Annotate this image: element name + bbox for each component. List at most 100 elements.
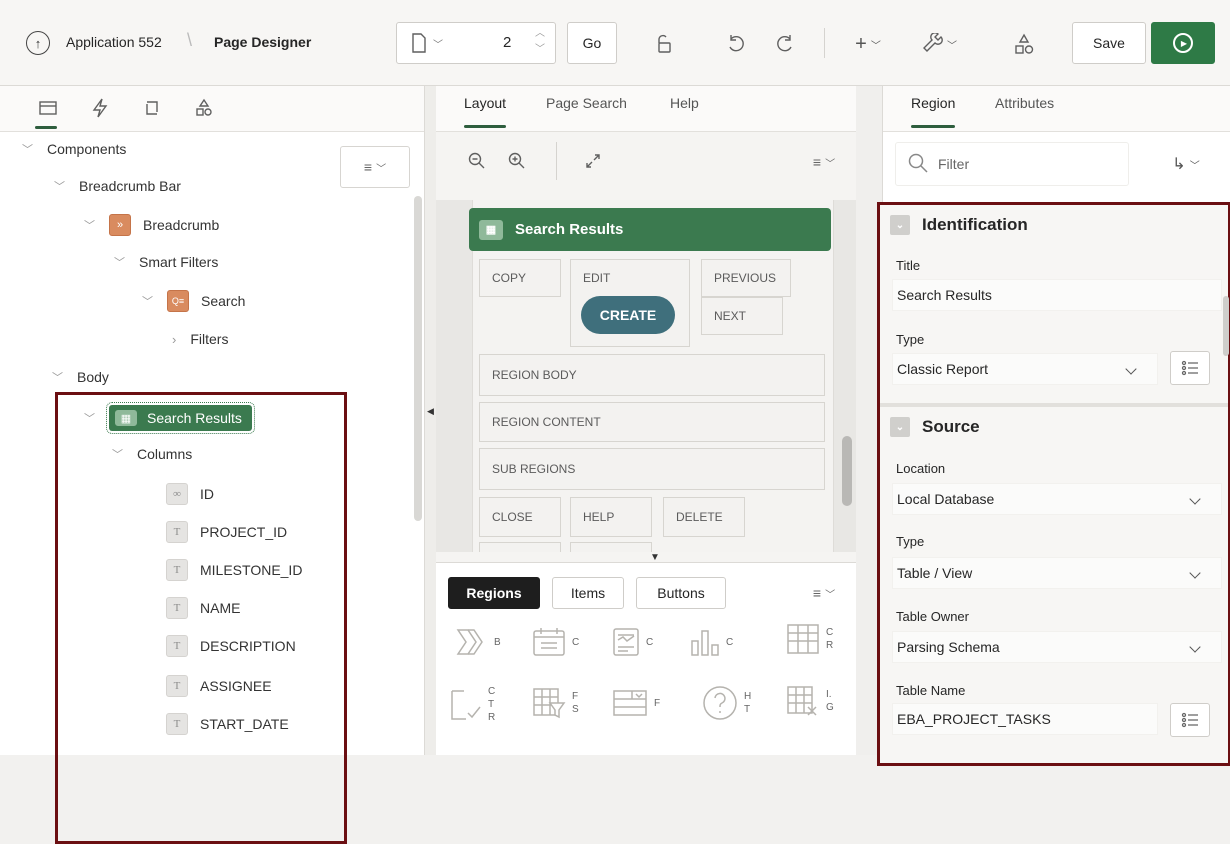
- tree-node-column-start-date[interactable]: T START_DATE: [166, 713, 289, 735]
- tree-label: ASSIGNEE: [200, 678, 272, 694]
- page-number-input[interactable]: 2: [503, 34, 511, 51]
- tree-node-column-id[interactable]: ∞ ID: [166, 483, 214, 505]
- text-column-icon: T: [166, 635, 188, 657]
- tree-node-column-name[interactable]: T NAME: [166, 597, 240, 619]
- redo-icon[interactable]: [771, 30, 799, 58]
- position-previous[interactable]: PREVIOUS: [701, 259, 791, 297]
- collapse-icon[interactable]: ⌄: [890, 215, 910, 235]
- table-picker-button[interactable]: [1170, 703, 1210, 737]
- gallery-label: F S: [572, 691, 579, 715]
- run-page-button[interactable]: ▶: [1151, 22, 1215, 64]
- gallery-ctr[interactable]: C T R: [450, 685, 495, 724]
- tree-node-column-project-id[interactable]: T PROJECT_ID: [166, 521, 287, 543]
- gallery-tab-items[interactable]: Items: [552, 577, 624, 609]
- source-type-select[interactable]: Table / View: [892, 557, 1222, 589]
- tree-node-search-results[interactable]: ﹀ ▦ Search Results: [84, 402, 255, 434]
- tree-node-smart-filters[interactable]: ﹀ Smart Filters: [114, 254, 218, 270]
- tree-label: Filters: [190, 331, 229, 347]
- position-region-body[interactable]: REGION BODY: [479, 354, 825, 396]
- go-button[interactable]: Go: [567, 22, 617, 64]
- region-header[interactable]: ▦ Search Results: [469, 208, 831, 251]
- gallery-classic-report[interactable]: C R: [786, 623, 833, 655]
- shared-components-icon[interactable]: [1010, 30, 1038, 58]
- layout-menu-icon[interactable]: ≡ ﹀: [804, 152, 844, 172]
- location-select[interactable]: Local Database: [892, 483, 1222, 515]
- zoom-out-icon[interactable]: [466, 150, 488, 172]
- expand-icon[interactable]: [582, 150, 604, 172]
- create-button[interactable]: CREATE: [581, 296, 675, 334]
- tab-layout[interactable]: Layout: [464, 95, 507, 128]
- page-selector[interactable]: ﹀ 2 ︿ ﹀: [396, 22, 556, 64]
- tab-region[interactable]: Region: [911, 95, 956, 128]
- chevron-down-icon: ﹀: [54, 181, 65, 193]
- page-stepper[interactable]: ︿ ﹀: [535, 26, 545, 58]
- position-next[interactable]: NEXT: [701, 297, 783, 335]
- collapse-icon[interactable]: ⌄: [890, 417, 910, 437]
- create-menu-icon[interactable]: + ﹀: [848, 30, 888, 58]
- gallery-tab-regions[interactable]: Regions: [448, 577, 540, 609]
- title-field[interactable]: Search Results: [892, 279, 1222, 311]
- table-name-field[interactable]: EBA_PROJECT_TASKS: [892, 703, 1158, 735]
- undo-icon[interactable]: [722, 30, 750, 58]
- list-icon: [1181, 712, 1198, 728]
- gallery-cards[interactable]: C: [612, 627, 653, 657]
- tab-attributes[interactable]: Attributes: [995, 95, 1054, 111]
- tree-node-filters[interactable]: › Filters: [172, 331, 228, 347]
- gallery-help-text[interactable]: H T: [702, 685, 751, 721]
- rendering-tree-pane: ≡ ﹀ ﹀ Components ﹀ Breadcrumb Bar ﹀ » Breadc…: [0, 86, 425, 844]
- source-heading[interactable]: ⌄ Source: [890, 417, 980, 437]
- gallery-label: B: [494, 636, 501, 648]
- tree-node-breadcrumb-bar[interactable]: ﹀ Breadcrumb Bar: [54, 178, 181, 194]
- tree-node-components[interactable]: ﹀ Components: [22, 141, 126, 157]
- gallery-calendar[interactable]: C: [532, 627, 579, 657]
- shared-components-tab-icon[interactable]: [192, 96, 216, 120]
- gallery-tab-buttons[interactable]: Buttons: [636, 577, 726, 609]
- unlock-icon[interactable]: [649, 30, 677, 58]
- save-button[interactable]: Save: [1072, 22, 1146, 64]
- play-icon: ▶: [1173, 33, 1193, 53]
- property-scrollbar[interactable]: [1223, 296, 1229, 356]
- position-help[interactable]: HELP: [570, 497, 652, 537]
- table-owner-select[interactable]: Parsing Schema: [892, 631, 1222, 663]
- selected-region-chip[interactable]: ▦ Search Results: [106, 402, 255, 434]
- tree-node-search[interactable]: ﹀ Q≡ Search: [142, 290, 245, 312]
- gallery-chart[interactable]: C: [690, 627, 733, 657]
- canvas-scrollbar[interactable]: [842, 436, 852, 506]
- tree-node-column-milestone-id[interactable]: T MILESTONE_ID: [166, 559, 302, 581]
- gallery-breadcrumb[interactable]: B: [456, 627, 501, 657]
- tree-label: Search Results: [147, 410, 242, 426]
- list-icon: [1181, 360, 1198, 376]
- gallery-form[interactable]: F: [612, 687, 660, 719]
- list-picker-button[interactable]: [1170, 351, 1210, 385]
- identification-heading[interactable]: ⌄ Identification: [890, 215, 1028, 235]
- tree-node-columns[interactable]: ﹀ Columns: [112, 446, 192, 462]
- tree-node-body[interactable]: ﹀ Body: [52, 369, 109, 385]
- left-splitter[interactable]: ◀: [425, 86, 436, 755]
- tree-node-column-assignee[interactable]: T ASSIGNEE: [166, 675, 272, 697]
- gallery-menu-icon[interactable]: ≡ ﹀: [804, 581, 844, 605]
- tab-help[interactable]: Help: [670, 95, 699, 111]
- position-copy[interactable]: COPY: [479, 259, 561, 297]
- up-arrow-icon[interactable]: ↑: [26, 31, 50, 55]
- tree-menu-button[interactable]: ≡ ﹀: [340, 146, 410, 188]
- rendering-tab-icon[interactable]: [36, 96, 60, 120]
- tab-page-search[interactable]: Page Search: [546, 95, 627, 111]
- property-filter-input[interactable]: Filter: [895, 142, 1129, 186]
- tree-scrollbar[interactable]: [414, 196, 422, 521]
- region-type-select[interactable]: Classic Report: [892, 353, 1158, 385]
- gallery-interactive-grid[interactable]: I. G: [786, 685, 834, 717]
- tree-node-column-description[interactable]: T DESCRIPTION: [166, 635, 296, 657]
- go-to-group-icon[interactable]: ↳ ﹀: [1161, 152, 1211, 176]
- position-delete[interactable]: DELETE: [663, 497, 745, 537]
- gallery-faceted-search[interactable]: F S: [532, 687, 579, 719]
- position-region-content[interactable]: REGION CONTENT: [479, 402, 825, 442]
- application-link[interactable]: Application 552: [66, 34, 162, 50]
- tree-node-breadcrumb[interactable]: ﹀ » Breadcrumb: [84, 214, 219, 236]
- zoom-in-icon[interactable]: [506, 150, 528, 172]
- wrench-menu-icon[interactable]: ﹀: [918, 30, 962, 58]
- position-close[interactable]: CLOSE: [479, 497, 561, 537]
- processing-tab-icon[interactable]: [140, 96, 164, 120]
- dynamic-actions-tab-icon[interactable]: [88, 96, 112, 120]
- tree-label: Breadcrumb: [143, 217, 220, 233]
- position-sub-regions[interactable]: SUB REGIONS: [479, 448, 825, 490]
